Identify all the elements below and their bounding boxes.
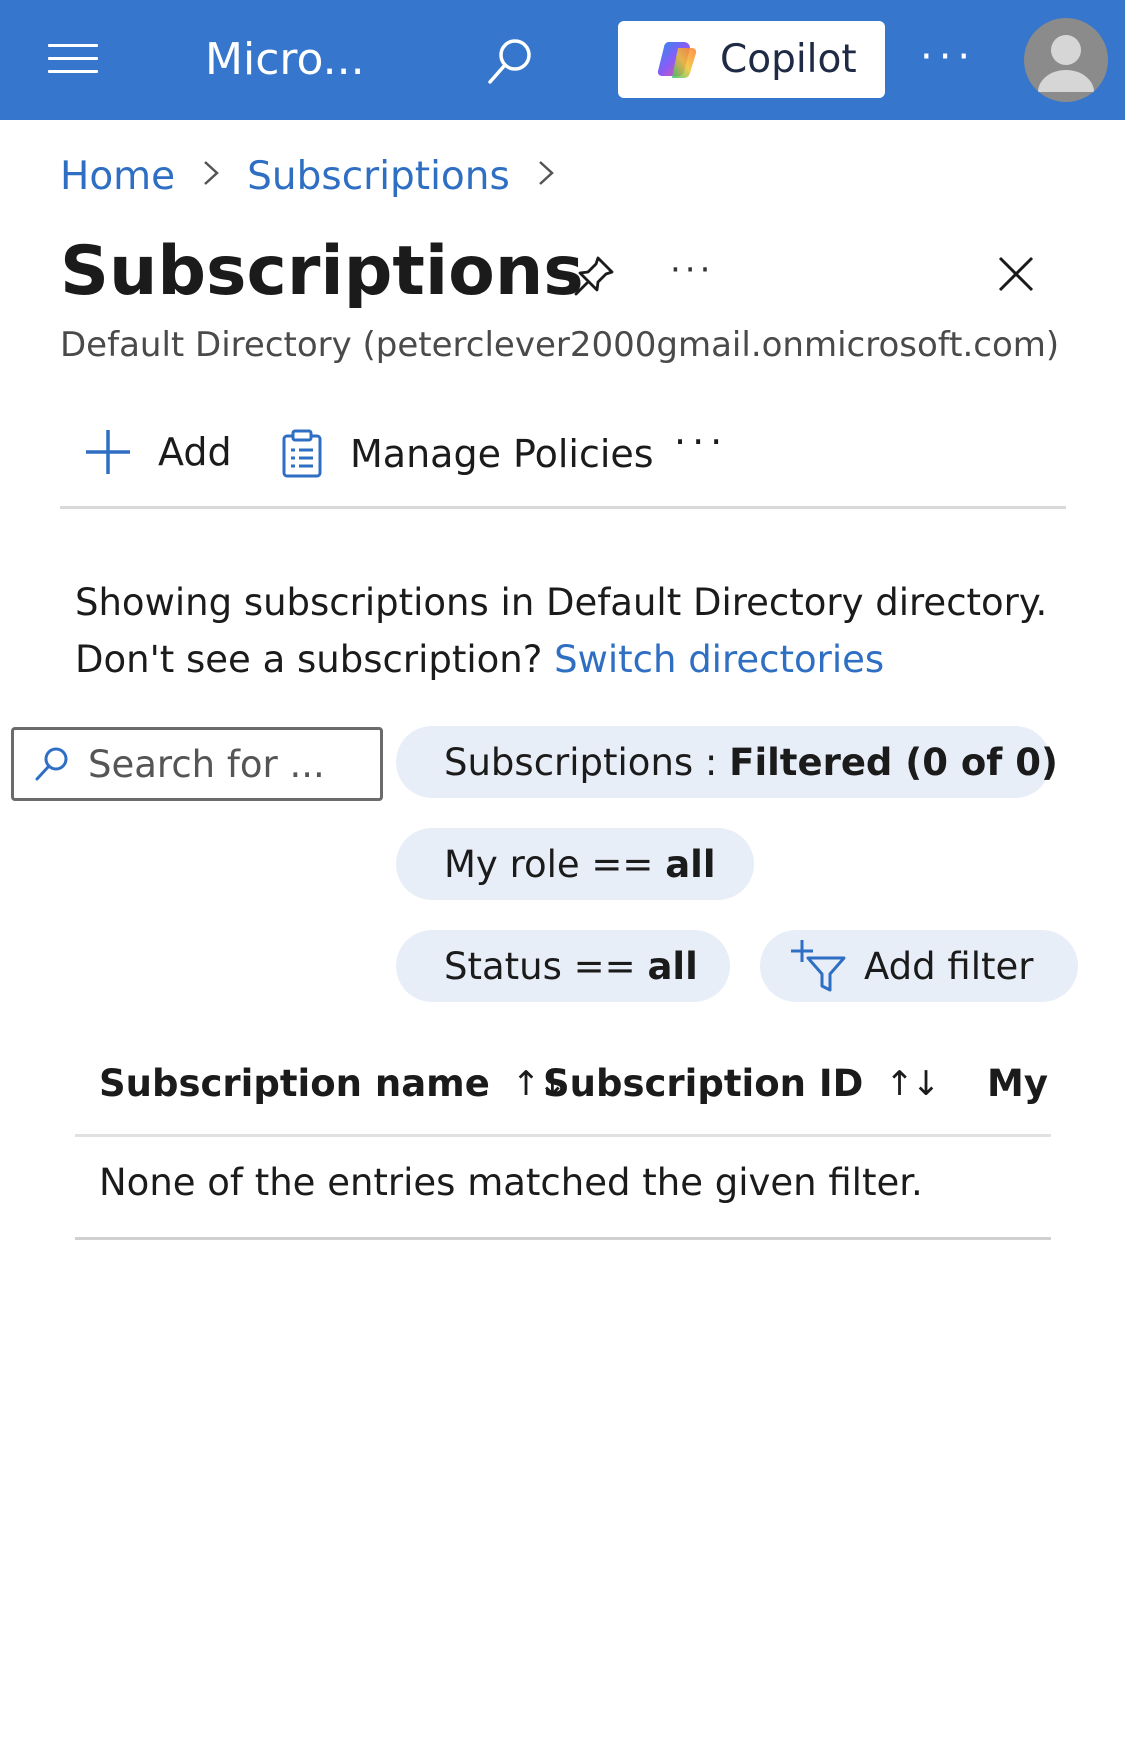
breadcrumb-home[interactable]: Home <box>60 152 175 202</box>
pin-icon[interactable] <box>570 252 618 300</box>
search-icon[interactable] <box>482 34 538 90</box>
table-header: Subscription name ↑↓ Subscription ID ↑↓ … <box>75 1050 1051 1137</box>
status-filter-key: Status == <box>444 944 648 988</box>
role-filter-key: My role == <box>444 842 666 886</box>
info-text: Showing subscriptions in Default Directo… <box>75 574 1047 688</box>
add-filter-button[interactable]: Add filter <box>760 930 1078 1002</box>
chevron-right-icon <box>536 152 556 202</box>
search-input[interactable] <box>86 741 370 787</box>
manage-policies-button[interactable]: Manage Policies <box>280 428 654 480</box>
copilot-logo-icon <box>657 41 697 78</box>
command-toolbar: Add Manage Policies ··· <box>60 420 1066 509</box>
title-more-icon[interactable]: ··· <box>670 250 714 290</box>
search-box[interactable] <box>11 727 383 801</box>
sort-icon[interactable]: ↑↓ <box>885 1064 940 1104</box>
clipboard-icon <box>282 429 322 478</box>
chevron-right-icon <box>201 152 221 202</box>
column-header-my-role[interactable]: My <box>987 1062 1048 1105</box>
hamburger-menu-icon[interactable] <box>48 44 98 74</box>
breadcrumb-subscriptions[interactable]: Subscriptions <box>247 152 510 202</box>
close-icon[interactable] <box>994 252 1038 296</box>
avatar[interactable] <box>1024 18 1108 102</box>
manage-policies-label: Manage Policies <box>350 432 654 476</box>
copilot-button[interactable]: Copilot <box>618 21 885 98</box>
top-bar: Micro... Copilot ··· <box>0 0 1125 120</box>
app-title[interactable]: Micro... <box>205 30 365 90</box>
subscriptions-filter-value: Filtered (0 of 0) <box>729 740 1058 784</box>
subscriptions-table: Subscription name ↑↓ Subscription ID ↑↓ … <box>75 1050 1051 1240</box>
empty-state-row: None of the entries matched the given fi… <box>75 1137 1051 1240</box>
add-filter-label: Add filter <box>864 944 1034 988</box>
subscriptions-filter-key: Subscriptions : <box>444 740 730 784</box>
column-label: Subscription ID <box>543 1062 864 1105</box>
info-line-2-prefix: Don't see a subscription? <box>75 638 555 681</box>
empty-state-message: None of the entries matched the given fi… <box>99 1161 923 1204</box>
more-options-icon[interactable]: ··· <box>920 34 976 80</box>
search-icon <box>35 747 68 781</box>
switch-directories-link[interactable]: Switch directories <box>554 638 884 681</box>
user-icon <box>1038 35 1094 92</box>
role-filter-pill[interactable]: My role == all <box>396 828 754 900</box>
add-button-label: Add <box>158 430 232 474</box>
plus-icon <box>86 430 130 474</box>
subscriptions-filter-pill[interactable]: Subscriptions : Filtered (0 of 0) <box>396 726 1058 798</box>
info-line-1: Showing subscriptions in Default Directo… <box>75 581 1048 624</box>
role-filter-value: all <box>665 842 716 886</box>
column-header-subscription-name[interactable]: Subscription name ↑↓ <box>99 1062 567 1105</box>
status-filter-value: all <box>647 944 698 988</box>
column-label: Subscription name <box>99 1062 490 1105</box>
add-button[interactable]: Add <box>84 428 232 476</box>
status-filter-pill[interactable]: Status == all <box>396 930 730 1002</box>
add-filter-icon <box>791 940 846 992</box>
column-label: My <box>987 1062 1048 1105</box>
info-line-2: Don't see a subscription? Switch directo… <box>75 631 1047 688</box>
directory-subtitle: Default Directory (peterclever2000gmail.… <box>60 325 1060 365</box>
page-title: Subscriptions <box>60 232 584 311</box>
copilot-label: Copilot <box>720 37 857 82</box>
column-header-subscription-id[interactable]: Subscription ID ↑↓ <box>543 1062 940 1105</box>
breadcrumb: Home Subscriptions <box>60 152 582 202</box>
toolbar-more-icon[interactable]: ··· <box>674 420 728 464</box>
